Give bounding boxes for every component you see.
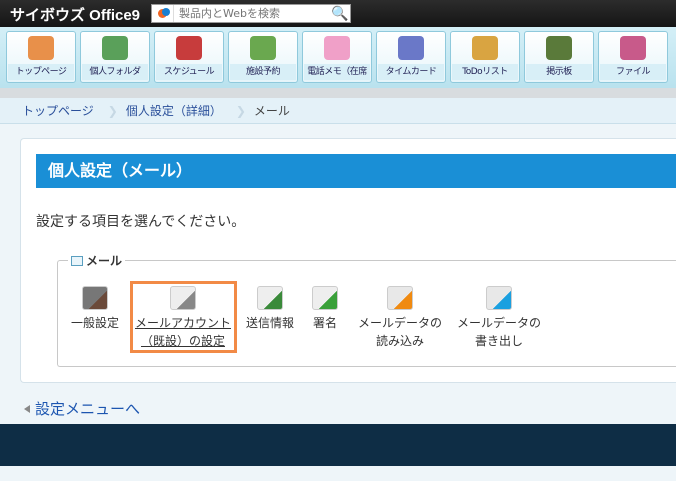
instruction-text: 設定する項目を選んでください。 xyxy=(36,214,246,230)
breadcrumb-top[interactable]: トップページ xyxy=(0,102,108,119)
toolbar-label: タイムカード xyxy=(378,64,444,80)
folder-icon xyxy=(102,36,128,60)
back-link-label[interactable]: 設定メニューへ xyxy=(35,398,140,419)
search-icon[interactable]: 🔍 xyxy=(330,6,350,22)
toolbar-label: ToDoリスト xyxy=(452,64,518,80)
toolbar-label: 個人フォルダ xyxy=(82,64,148,80)
calendar-icon xyxy=(176,36,202,60)
item-label: 一般設定 xyxy=(70,316,119,330)
toolbar-label: ファイル xyxy=(600,64,666,80)
breadcrumb-separator: ❯ xyxy=(235,103,246,118)
mail-setting-item[interactable]: メールデータの 読み込み xyxy=(345,286,455,350)
mail-pen-icon xyxy=(312,286,338,310)
phone-icon xyxy=(324,36,350,60)
timecard-icon xyxy=(398,36,424,60)
house-icon xyxy=(28,36,54,60)
item-label: メールデータの xyxy=(357,316,442,330)
divider xyxy=(0,88,676,98)
export-icon xyxy=(486,286,512,310)
section-title: メール xyxy=(86,254,123,268)
board-icon xyxy=(546,36,572,60)
toolbar-label: トップページ xyxy=(8,64,74,80)
app-toolbar: トップページ 個人フォルダ スケジュール 施設予約 電話メモ（在席 タイムカード ToDoリ… xyxy=(0,27,676,88)
search-scope-icon[interactable] xyxy=(152,5,174,22)
toolbar-label: 電話メモ（在席 xyxy=(304,64,370,80)
breadcrumb-current: メール xyxy=(253,104,290,118)
toolbar-button[interactable]: ToDoリスト xyxy=(450,31,520,83)
todo-icon xyxy=(472,36,498,60)
toolbar-button[interactable]: ファイル xyxy=(598,31,668,83)
item-label: メールデータの xyxy=(456,316,541,330)
search-input[interactable] xyxy=(174,7,330,20)
facility-icon xyxy=(250,36,276,60)
mail-setting-item[interactable]: メールデータの 書き出し xyxy=(444,286,554,350)
item-label-2: 書き出し xyxy=(474,334,523,348)
toolbar-button[interactable]: スケジュール xyxy=(154,31,224,83)
item-label: 署名 xyxy=(312,316,337,330)
tools-icon xyxy=(82,286,108,310)
search-box: 🔍 xyxy=(151,4,351,23)
toolbar-button[interactable]: タイムカード xyxy=(376,31,446,83)
mail-icon xyxy=(71,255,83,266)
file-icon xyxy=(620,36,646,60)
item-label-2: 読み込み xyxy=(375,334,424,348)
toolbar-label: 施設予約 xyxy=(230,64,296,80)
toolbar-button[interactable]: 電話メモ（在席 xyxy=(302,31,372,83)
toolbar-button[interactable]: 個人フォルダ xyxy=(80,31,150,83)
mail-gear-icon xyxy=(170,286,196,310)
breadcrumb-personal-settings[interactable]: 個人設定（詳細） xyxy=(126,102,236,119)
section-legend: メール xyxy=(68,252,126,269)
toolbar-label: スケジュール xyxy=(156,64,222,80)
page-title: 個人設定（メール） xyxy=(36,154,676,188)
toolbar-button[interactable]: トップページ xyxy=(6,31,76,83)
footer xyxy=(0,424,676,466)
item-label-2[interactable]: （既設）の設定 xyxy=(141,334,225,348)
page-bottom xyxy=(0,466,676,481)
back-to-settings-link[interactable]: 設定メニューへ xyxy=(24,398,140,419)
toolbar-label: 掲示板 xyxy=(526,64,592,80)
triangle-left-icon xyxy=(24,404,30,413)
toolbar-button[interactable]: 施設予約 xyxy=(228,31,298,83)
top-bar: サイボウズ Office9 🔍 xyxy=(0,0,676,27)
breadcrumb: トップページ ❯ 個人設定（詳細） ❯ メール xyxy=(0,98,676,124)
import-icon xyxy=(387,286,413,310)
logo[interactable]: サイボウズ Office9 xyxy=(10,4,140,25)
breadcrumb-separator: ❯ xyxy=(107,103,118,118)
toolbar-button[interactable]: 掲示板 xyxy=(524,31,594,83)
